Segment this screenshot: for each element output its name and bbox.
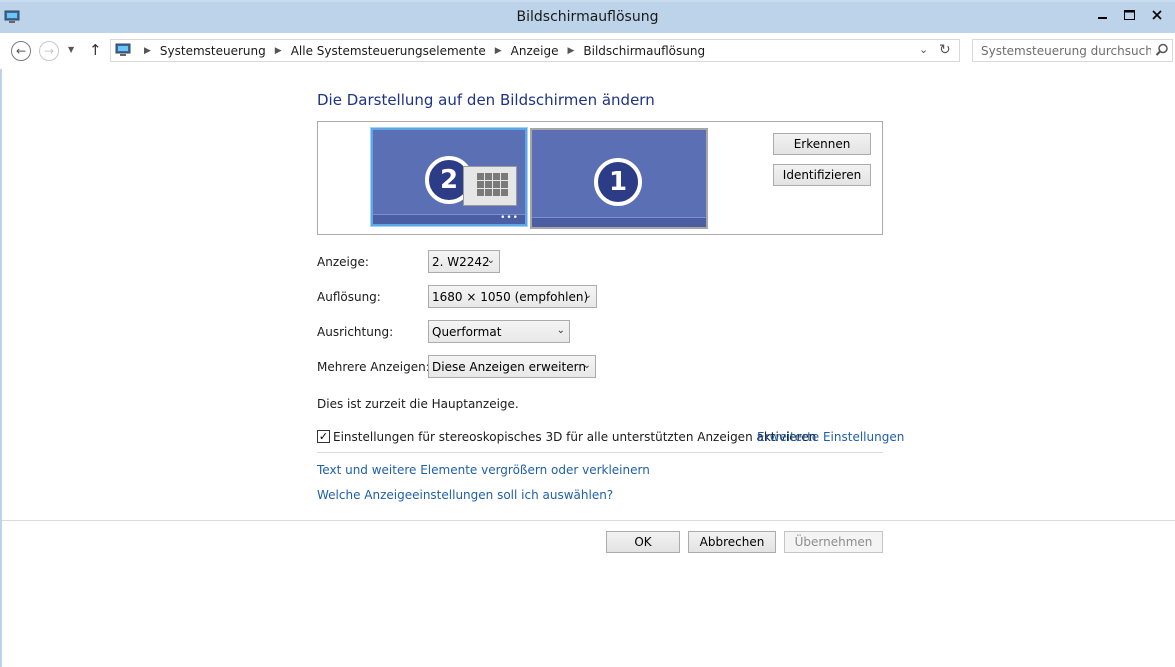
minimize-icon bbox=[1098, 17, 1107, 19]
monitor-taskbar bbox=[532, 217, 706, 227]
stereo-3d-label[interactable]: Einstellungen für stereoskopisches 3D fü… bbox=[333, 430, 816, 444]
search-icon[interactable] bbox=[1155, 43, 1169, 57]
multiple-displays-select-value: Diese Anzeigen erweitern bbox=[432, 360, 586, 374]
which-settings-link[interactable]: Welche Anzeigeeinstellungen soll ich aus… bbox=[317, 488, 613, 502]
title-bar: Bildschirmauflösung bbox=[0, 0, 1175, 33]
breadcrumb: ▶ Systemsteuerung ▶ Alle Systemsteuerung… bbox=[135, 44, 705, 58]
orientation-select-value: Querformat bbox=[432, 325, 502, 339]
ok-button[interactable]: OK bbox=[606, 531, 680, 553]
maximize-button[interactable] bbox=[1117, 6, 1141, 24]
window-border bbox=[0, 69, 2, 667]
display-select[interactable]: 2. W2242 ⌄ bbox=[428, 250, 500, 273]
search-input[interactable] bbox=[981, 43, 1151, 59]
chevron-right-icon[interactable]: ▶ bbox=[495, 46, 502, 56]
chevron-down-icon[interactable]: ⌄ bbox=[919, 43, 928, 56]
resolution-select-value: 1680 × 1050 (empfohlen) bbox=[432, 290, 589, 304]
checkmark-icon: ✓ bbox=[318, 430, 329, 443]
back-button[interactable]: ← bbox=[11, 41, 31, 61]
breadcrumb-alle-elemente[interactable]: Alle Systemsteuerungselemente bbox=[291, 44, 486, 58]
chevron-down-icon: ⌄ bbox=[486, 255, 495, 266]
chevron-right-icon[interactable]: ▶ bbox=[275, 46, 282, 56]
arrow-left-icon: ← bbox=[15, 44, 27, 58]
advanced-settings-link[interactable]: Erweiterte Einstellungen bbox=[757, 430, 904, 444]
monitor-arrangement-panel: 2 ••• 1 Erkennen Identifizieren bbox=[317, 121, 883, 235]
stereo-3d-checkbox[interactable]: ✓ bbox=[317, 430, 330, 443]
chevron-down-icon: ⌄ bbox=[582, 360, 591, 371]
control-panel-icon bbox=[115, 43, 131, 56]
chevron-down-icon: ⌄ bbox=[583, 290, 592, 301]
chevron-right-icon[interactable]: ▶ bbox=[144, 46, 151, 56]
forward-button[interactable]: → bbox=[39, 41, 59, 61]
arrow-right-icon: → bbox=[43, 44, 55, 58]
more-dots-icon: ••• bbox=[500, 213, 519, 223]
detect-button[interactable]: Erkennen bbox=[773, 133, 871, 155]
page-title: Die Darstellung auf den Bildschirmen änd… bbox=[317, 91, 655, 109]
window-title: Bildschirmauflösung bbox=[516, 9, 659, 25]
recent-locations-dropdown-icon[interactable]: ▼ bbox=[68, 45, 74, 54]
address-bar[interactable]: ▶ Systemsteuerung ▶ Alle Systemsteuerung… bbox=[110, 39, 960, 62]
display-select-value: 2. W2242 bbox=[432, 255, 490, 269]
footer-divider bbox=[2, 520, 1175, 521]
start-screen-icon bbox=[463, 166, 517, 206]
chevron-down-icon: ⌄ bbox=[556, 325, 565, 336]
divider bbox=[317, 452, 883, 453]
close-icon bbox=[1152, 10, 1162, 20]
monitor-1[interactable]: 1 bbox=[530, 128, 708, 229]
orientation-label: Ausrichtung: bbox=[317, 325, 394, 339]
chevron-right-icon[interactable]: ▶ bbox=[567, 46, 574, 56]
apply-button[interactable]: Übernehmen bbox=[784, 531, 883, 553]
text-size-link[interactable]: Text und weitere Elemente vergrößern ode… bbox=[317, 463, 650, 477]
primary-display-info: Dies ist zurzeit die Hauptanzeige. bbox=[317, 397, 519, 411]
up-arrow-icon[interactable]: ↑ bbox=[89, 41, 102, 59]
breadcrumb-systemsteuerung[interactable]: Systemsteuerung bbox=[160, 44, 266, 58]
cancel-button[interactable]: Abbrechen bbox=[688, 531, 776, 553]
search-box[interactable] bbox=[972, 39, 1173, 62]
monitor-number-badge: 1 bbox=[594, 158, 642, 206]
breadcrumb-bildschirmaufloesung[interactable]: Bildschirmauflösung bbox=[583, 44, 705, 58]
orientation-select[interactable]: Querformat ⌄ bbox=[428, 320, 570, 343]
display-label: Anzeige: bbox=[317, 255, 369, 269]
close-button[interactable] bbox=[1145, 6, 1169, 24]
resolution-select[interactable]: 1680 × 1050 (empfohlen) ⌄ bbox=[428, 285, 597, 308]
navigation-bar: ← → ▼ ↑ ▶ Systemsteuerung ▶ Alle Systems… bbox=[0, 33, 1175, 69]
multiple-displays-select[interactable]: Diese Anzeigen erweitern ⌄ bbox=[428, 355, 596, 378]
multiple-displays-label: Mehrere Anzeigen: bbox=[317, 360, 430, 374]
identify-button[interactable]: Identifizieren bbox=[773, 164, 871, 186]
minimize-button[interactable] bbox=[1091, 6, 1115, 24]
maximize-icon bbox=[1123, 10, 1135, 20]
monitor-2[interactable]: 2 ••• bbox=[371, 128, 527, 226]
breadcrumb-anzeige[interactable]: Anzeige bbox=[511, 44, 559, 58]
resolution-label: Auflösung: bbox=[317, 290, 381, 304]
refresh-icon[interactable]: ↻ bbox=[939, 42, 951, 58]
